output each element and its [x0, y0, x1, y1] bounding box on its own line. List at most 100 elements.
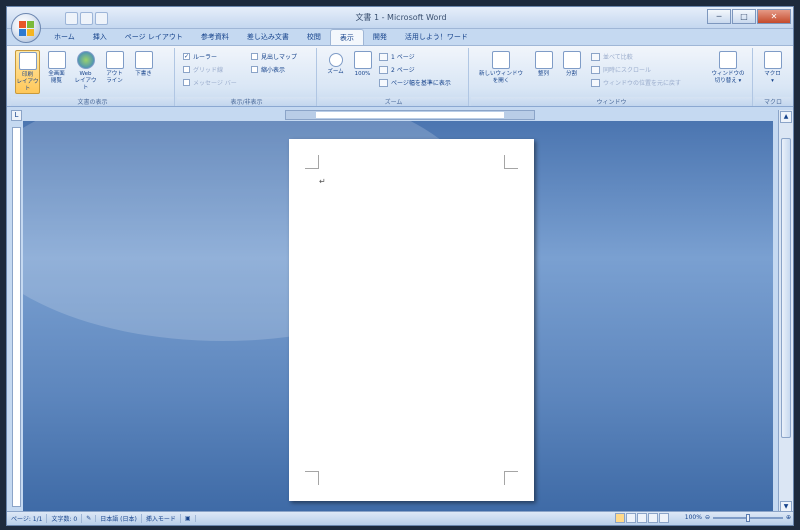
macro-label: マクロ ▾ — [764, 71, 781, 84]
side-by-side-label: 並べて比較 — [603, 54, 633, 61]
one-page-button[interactable]: 1 ページ — [379, 51, 415, 62]
split-icon — [562, 51, 581, 69]
document-page[interactable]: ↵ — [289, 139, 534, 501]
checkbox-checked: ✓ — [183, 53, 190, 60]
macro-record-icon[interactable]: ▣ — [181, 515, 196, 522]
side-by-side-button[interactable]: 並べて比較 — [591, 51, 633, 62]
scroll-thumb[interactable] — [781, 138, 791, 438]
checkbox-unchecked — [251, 53, 258, 60]
vertical-ruler[interactable] — [12, 127, 21, 507]
web-layout-button[interactable]: Web レイアウト — [73, 50, 98, 94]
zoom-slider-knob[interactable] — [745, 513, 750, 522]
sync-scroll-button[interactable]: 同時にスクロール — [591, 64, 651, 75]
checkbox-unchecked — [183, 79, 190, 86]
draft-view-icon[interactable] — [659, 513, 669, 523]
office-logo-icon — [19, 21, 34, 36]
thumbnails-checkbox[interactable]: 縮小表示 — [251, 64, 285, 75]
vertical-scrollbar[interactable]: ▲ ▼ — [778, 110, 793, 514]
crop-mark-top-left — [305, 155, 319, 169]
macro-button[interactable]: マクロ ▾ — [760, 50, 785, 94]
checkbox-unchecked — [183, 66, 190, 73]
reset-window-icon — [591, 78, 600, 87]
two-pages-icon — [379, 65, 388, 74]
web-layout-view-icon[interactable] — [637, 513, 647, 523]
outline-view-icon[interactable] — [648, 513, 658, 523]
proofing-icon[interactable]: ✎ — [82, 515, 97, 522]
ribbon-tabs: ホーム 挿入 ページ レイアウト 参考資料 差し込み文書 校閲 表示 開発 活用… — [45, 29, 477, 45]
tab-insert[interactable]: 挿入 — [84, 29, 116, 45]
outline-label: アウト ライン — [106, 71, 123, 84]
horizontal-ruler[interactable] — [285, 110, 535, 120]
draft-label: 下書き — [135, 71, 152, 77]
draft-icon — [134, 51, 153, 69]
close-button[interactable]: ✕ — [757, 9, 791, 24]
tab-mailings[interactable]: 差し込み文書 — [238, 29, 298, 45]
crop-mark-top-right — [504, 155, 518, 169]
zoom-in-icon[interactable]: ⊕ — [786, 514, 791, 521]
language-indicator[interactable]: 日本語 (日本) — [96, 514, 142, 523]
split-button[interactable]: 分割 — [559, 50, 584, 94]
zoom-out-icon[interactable]: ⊖ — [705, 514, 710, 521]
switch-windows-button[interactable]: ウィンドウの 切り替え ▾ — [707, 50, 749, 94]
zoom-100-label: 100% — [354, 71, 371, 77]
tab-references[interactable]: 参考資料 — [192, 29, 238, 45]
maximize-button[interactable]: □ — [732, 9, 756, 24]
switch-windows-icon — [719, 51, 737, 69]
ruler-checkbox[interactable]: ✓ ルーラー — [183, 51, 217, 62]
tab-page-layout[interactable]: ページ レイアウト — [116, 29, 192, 45]
crop-mark-bottom-left — [305, 471, 319, 485]
minimize-button[interactable]: ─ — [707, 9, 731, 24]
two-pages-button[interactable]: 2 ページ — [379, 64, 415, 75]
macro-icon — [763, 51, 782, 69]
office-button[interactable] — [11, 13, 41, 43]
tab-view[interactable]: 表示 — [329, 29, 364, 45]
zoom-group: ズーム 100% 1 ページ 2 ページ ページ幅を基準に表示 ズーム — [319, 48, 469, 106]
page-width-button[interactable]: ページ幅を基準に表示 — [379, 77, 451, 88]
thumbnails-label: 縮小表示 — [261, 67, 286, 74]
message-bar-checkbox[interactable]: メッセージ バー — [183, 77, 237, 88]
zoom-percent[interactable]: 100% — [685, 514, 702, 521]
views-group: 印刷 レイアウト 全画面 閲覧 Web レイアウト アウト ライン 下書き 文書… — [11, 48, 175, 106]
document-map-checkbox[interactable]: 見出しマップ — [251, 51, 297, 62]
print-layout-view-icon[interactable] — [615, 513, 625, 523]
zoom-slider[interactable] — [712, 513, 783, 522]
gridlines-checkbox[interactable]: グリッド線 — [183, 64, 223, 75]
full-screen-view-icon[interactable] — [626, 513, 636, 523]
document-area: ↵ — [23, 121, 773, 513]
reset-window-button[interactable]: ウィンドウの位置を元に戻す — [591, 77, 681, 88]
window-controls: ─ □ ✕ — [707, 9, 791, 24]
zoom-label: ズーム — [327, 69, 344, 75]
one-page-label: 1 ページ — [391, 54, 415, 61]
show-hide-group-label: 表示/非表示 — [177, 97, 316, 106]
outline-button[interactable]: アウト ライン — [102, 50, 127, 94]
zoom-control: 100% ⊖ ⊕ — [685, 513, 791, 522]
insert-mode-indicator[interactable]: 挿入モード — [142, 514, 181, 523]
print-layout-button[interactable]: 印刷 レイアウト — [15, 50, 40, 94]
tab-addin[interactable]: 活用しよう！ワード — [396, 29, 477, 45]
side-by-side-icon — [591, 52, 600, 61]
window-title: 文書 1 - Microsoft Word — [355, 13, 447, 22]
magnifier-icon — [328, 53, 343, 67]
new-window-icon — [492, 51, 510, 69]
tab-developer[interactable]: 開発 — [364, 29, 396, 45]
zoom-100-button[interactable]: 100% — [350, 50, 375, 94]
tab-home[interactable]: ホーム — [45, 29, 84, 45]
new-window-button[interactable]: 新しいウィンドウ を開く — [475, 50, 527, 94]
arrange-all-button[interactable]: 整列 — [531, 50, 556, 94]
tab-review[interactable]: 校閲 — [298, 29, 330, 45]
show-hide-group: ✓ ルーラー グリッド線 メッセージ バー 見出しマップ 縮小表示 表示/非表示 — [177, 48, 317, 106]
full-screen-reading-label: 全画面 閲覧 — [48, 71, 65, 84]
draft-button[interactable]: 下書き — [131, 50, 156, 94]
full-screen-reading-button[interactable]: 全画面 閲覧 — [44, 50, 69, 94]
paragraph-mark-icon: ↵ — [319, 177, 326, 186]
page-count[interactable]: ページ: 1/1 — [7, 514, 48, 523]
scroll-up-icon[interactable]: ▲ — [780, 111, 792, 123]
views-group-label: 文書の表示 — [11, 97, 174, 106]
web-layout-label: Web レイアウト — [74, 71, 97, 91]
ribbon: 印刷 レイアウト 全画面 閲覧 Web レイアウト アウト ライン 下書き 文書… — [7, 45, 793, 107]
word-window: 文書 1 - Microsoft Word ─ □ ✕ ホーム 挿入 ページ レ… — [6, 6, 794, 526]
tab-selector-button[interactable]: L — [11, 110, 22, 121]
arrange-all-label: 整列 — [537, 71, 549, 77]
zoom-button[interactable]: ズーム — [323, 50, 348, 94]
word-count[interactable]: 文字数: 0 — [47, 514, 83, 523]
